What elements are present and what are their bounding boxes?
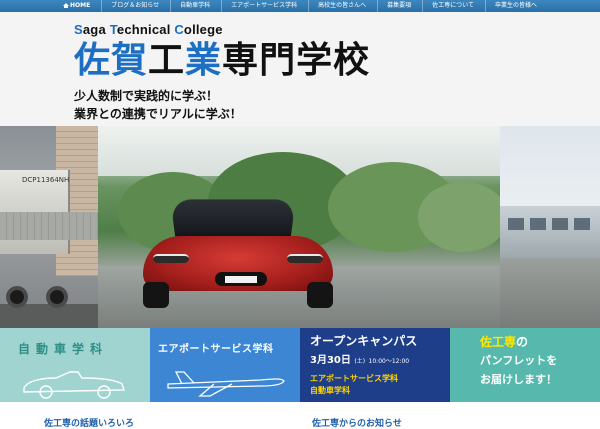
hero-slider[interactable]: DCP11364NH bbox=[0, 126, 600, 328]
car-headlight-right bbox=[287, 254, 323, 263]
tree bbox=[418, 182, 508, 252]
pamphlet-line-2: パンフレットを bbox=[480, 354, 558, 367]
title-part-ko: 工 bbox=[148, 40, 186, 81]
news-heading: 佐工専からのお知らせ bbox=[312, 419, 402, 429]
car-license-plate bbox=[225, 276, 257, 283]
english-name-echnical: echnical bbox=[116, 22, 175, 37]
title-part-mongakko: 門学校 bbox=[259, 40, 371, 81]
car-tire-left bbox=[143, 282, 169, 308]
car-headlight-left bbox=[153, 254, 189, 263]
banner-airport-service[interactable]: エアポートサービス学科 bbox=[150, 328, 300, 402]
terminal-building bbox=[500, 206, 600, 258]
nav-item-airport-service[interactable]: エアポートサービス学科 bbox=[221, 0, 306, 12]
open-campus-title: オープンキャンパス bbox=[310, 334, 418, 348]
banner-automotive[interactable]: 自動車学科 bbox=[0, 328, 150, 402]
pamphlet-line-3: お届けします！ bbox=[480, 373, 557, 386]
banner-automotive-title: 自動車学科 bbox=[18, 342, 109, 356]
catchphrase-2: 業界との連携でリアルに学ぶ！ bbox=[74, 107, 242, 121]
hero-panel-terminal bbox=[500, 126, 600, 328]
content-area: 佐工専の話題いろいろ 佐工専からのお知らせ bbox=[0, 402, 600, 429]
convertible-car-icon bbox=[23, 371, 125, 399]
open-campus-dept-airport: エアポートサービス学科 bbox=[310, 374, 398, 383]
container-ribs bbox=[0, 212, 98, 240]
open-campus-day: (土) bbox=[354, 358, 366, 365]
hero-panel-red-car bbox=[98, 126, 508, 328]
airplane-icon bbox=[167, 371, 285, 397]
truck-wheel bbox=[6, 286, 28, 308]
nav-item-admissions[interactable]: 募集要項 bbox=[377, 0, 420, 12]
nav-item-blog[interactable]: ブログ＆お知らせ bbox=[101, 0, 168, 12]
pamphlet-school: 佐工専 bbox=[480, 335, 517, 349]
title-part-gyo: 業 bbox=[185, 40, 223, 81]
open-campus-dept-automotive: 自動車学科 bbox=[310, 386, 350, 395]
home-icon bbox=[63, 3, 69, 8]
banner-open-campus[interactable]: オープンキャンパス 3月30日 (土) 10:00～12:00 エアポートサービ… bbox=[300, 328, 450, 402]
english-name-t: T bbox=[109, 22, 117, 37]
english-name-aga: aga bbox=[82, 22, 110, 37]
nav-item-high-school[interactable]: 高校生の皆さんへ bbox=[308, 0, 375, 12]
terminal-window bbox=[574, 218, 590, 230]
open-campus-date-main: 3月30日 bbox=[310, 355, 351, 366]
english-school-name: Saga Technical College bbox=[74, 22, 223, 37]
nav-item-home-label: HOME bbox=[70, 2, 91, 9]
hero-panel-airport-truck: DCP11364NH bbox=[0, 126, 98, 328]
banner-pamphlet[interactable]: 佐工専の パンフレットを お届けします！ bbox=[450, 328, 600, 402]
english-name-ollege: ollege bbox=[183, 22, 223, 37]
container-code: DCP11364NH bbox=[22, 176, 70, 184]
car-windshield bbox=[170, 199, 296, 239]
english-name-s: S bbox=[74, 22, 83, 37]
topics-heading: 佐工専の話題いろいろ bbox=[44, 419, 135, 429]
car-tire-right bbox=[307, 282, 333, 308]
nav-item-automotive[interactable]: 自動車学科 bbox=[170, 0, 219, 12]
site-title-logo[interactable]: 佐賀工業専門学校 bbox=[74, 41, 370, 81]
nav-item-home[interactable]: HOME bbox=[54, 0, 99, 12]
apron bbox=[500, 258, 600, 328]
title-part-sen: 専 bbox=[222, 40, 260, 81]
terminal-window bbox=[508, 218, 524, 230]
open-campus-time: 10:00～12:00 bbox=[368, 358, 410, 365]
nav-item-alumni[interactable]: 卒業生の皆様へ bbox=[484, 0, 546, 12]
catchphrase-1: 少人数制で実践的に学ぶ！ bbox=[74, 89, 219, 103]
top-navigation: HOME ブログ＆お知らせ 自動車学科 エアポートサービス学科 高校生の皆さんへ… bbox=[0, 0, 600, 12]
terminal-window bbox=[530, 218, 546, 230]
pamphlet-no: の bbox=[516, 335, 529, 349]
red-roadster bbox=[143, 196, 333, 311]
open-campus-date: 3月30日 (土) 10:00～12:00 bbox=[310, 351, 409, 366]
nav-item-about[interactable]: 佐工専について bbox=[422, 0, 483, 12]
banner-airport-title: エアポートサービス学科 bbox=[158, 344, 274, 355]
truck-wheel bbox=[46, 286, 68, 308]
feature-banners: 自動車学科 エアポートサービス学科 オープンキャンパス 3月30日 (土) 10… bbox=[0, 328, 600, 402]
terminal-window bbox=[552, 218, 568, 230]
pamphlet-line-1: 佐工専の bbox=[480, 333, 528, 350]
title-part-saga: 佐賀 bbox=[74, 40, 149, 81]
site-header: Saga Technical College 佐賀工業専門学校 少人数制で実践的… bbox=[0, 12, 600, 126]
english-name-c: C bbox=[174, 22, 184, 37]
